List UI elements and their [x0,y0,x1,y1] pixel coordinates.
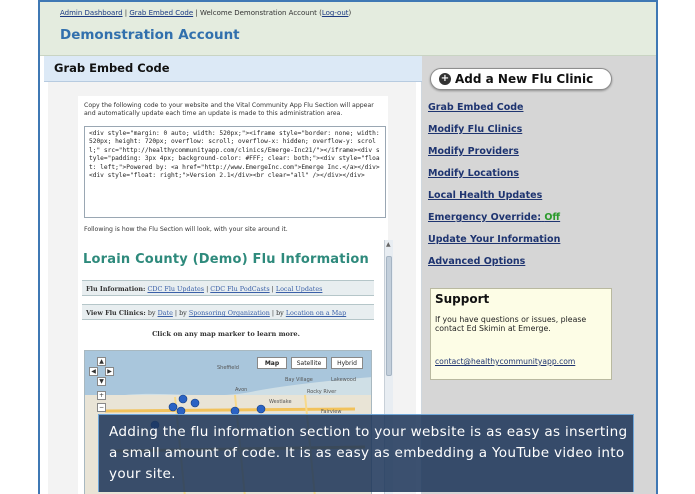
zoom-in-icon[interactable]: + [97,391,106,400]
view-by-text: by [147,309,156,317]
pan-down-icon[interactable]: ▼ [97,377,106,386]
add-flu-clinic-button[interactable]: + Add a New Flu Clinic [430,68,612,90]
map-label: Lakewood [331,377,357,383]
admin-dashboard-link[interactable]: Admin Dashboard [60,9,123,17]
sidebar-item-modify-flu-clinics[interactable]: Modify Flu Clinics [428,124,522,135]
zoom-out-icon[interactable]: − [97,403,106,412]
map-label: Rocky River [307,389,337,395]
cdc-flu-updates-link[interactable]: CDC Flu Updates [147,285,204,293]
welcome-text: | Welcome Demonstration Account ( [193,9,322,17]
callout-text: Adding the flu information section to yo… [109,424,628,482]
support-text: If you have questions or issues, please … [435,315,587,334]
welcome-close: ) [348,9,352,17]
top-nav: Admin Dashboard | Grab Embed Code | Welc… [60,9,351,17]
view-by-text: by [276,309,284,317]
view-by-location-link[interactable]: Location on a Map [286,309,346,317]
flu-information-bar: Flu Information: CDC Flu Updates | CDC F… [82,280,374,296]
emergency-override-status: Off [544,212,561,223]
pan-up-icon[interactable]: ▲ [97,357,106,366]
instructions-text: Copy the following code to your website … [84,102,374,117]
map-type-satellite-button[interactable]: Satellite [291,357,327,369]
flu-information-label: Flu Information: [86,285,146,293]
view-by-organization-link[interactable]: Sponsoring Organization [189,309,270,317]
emergency-override-label: Emergency Override: [428,212,542,223]
plus-circle-icon: + [439,73,451,85]
pan-right-icon[interactable]: ▶ [105,367,114,376]
sidebar-item-local-health-updates[interactable]: Local Health Updates [428,190,542,201]
logout-link[interactable]: Log-out [322,9,349,17]
page-title: Grab Embed Code [54,61,170,75]
map-type-hybrid-button[interactable]: Hybrid [331,357,363,369]
view-flu-clinics-bar: View Flu Clinics: by Date | by Sponsorin… [82,304,374,320]
sidebar-item-advanced-options[interactable]: Advanced Options [428,256,525,267]
header: Admin Dashboard | Grab Embed Code | Welc… [40,2,656,56]
view-by-text: by [179,309,187,317]
view-by-date-link[interactable]: Date [158,309,173,317]
clinic-marker[interactable] [190,398,200,408]
sidebar-item-update-your-information[interactable]: Update Your Information [428,234,560,245]
sidebar-item-grab-embed-code[interactable]: Grab Embed Code [428,102,523,113]
grab-embed-code-link[interactable]: Grab Embed Code [129,9,193,17]
sidebar-item-emergency-override[interactable]: Emergency Override: Off [428,212,560,223]
map-label: Bay Village [285,377,313,383]
cdc-flu-podcasts-link[interactable]: CDC Flu PodCasts [210,285,269,293]
sidebar-item-modify-locations[interactable]: Modify Locations [428,168,519,179]
clinic-marker[interactable] [256,404,266,414]
support-title: Support [435,292,490,306]
highway [104,407,356,413]
local-updates-link[interactable]: Local Updates [276,285,323,293]
preview-title: Lorain County (Demo) Flu Information [83,252,369,267]
map-label: Avon [235,387,248,393]
support-email-link[interactable]: contact@healthycommunityapp.com [435,357,575,366]
clinic-marker[interactable] [168,402,178,412]
map-label: Sheffield [217,365,239,371]
main-title-bar: Grab Embed Code [44,56,422,82]
map-hint: Click on any map marker to learn more. [152,330,300,338]
clinic-marker[interactable] [178,394,188,404]
scroll-up-icon[interactable]: ▲ [386,242,392,248]
map-type-map-button[interactable]: Map [257,357,287,369]
callout-overlay: Adding the flu information section to yo… [98,414,634,492]
pan-left-icon[interactable]: ◀ [89,367,98,376]
account-title: Demonstration Account [60,27,240,43]
embed-code-textarea[interactable]: <div style="margin: 0 auto; width: 520px… [84,126,386,218]
add-flu-clinic-label: Add a New Flu Clinic [455,72,594,86]
scroll-thumb[interactable] [386,256,392,376]
map-label: Westlake [269,399,292,405]
sidebar-item-modify-providers[interactable]: Modify Providers [428,146,519,157]
view-flu-clinics-label: View Flu Clinics: [86,309,146,317]
preview-caption: Following is how the Flu Section will lo… [84,226,288,233]
support-box: Support If you have questions or issues,… [430,288,612,380]
